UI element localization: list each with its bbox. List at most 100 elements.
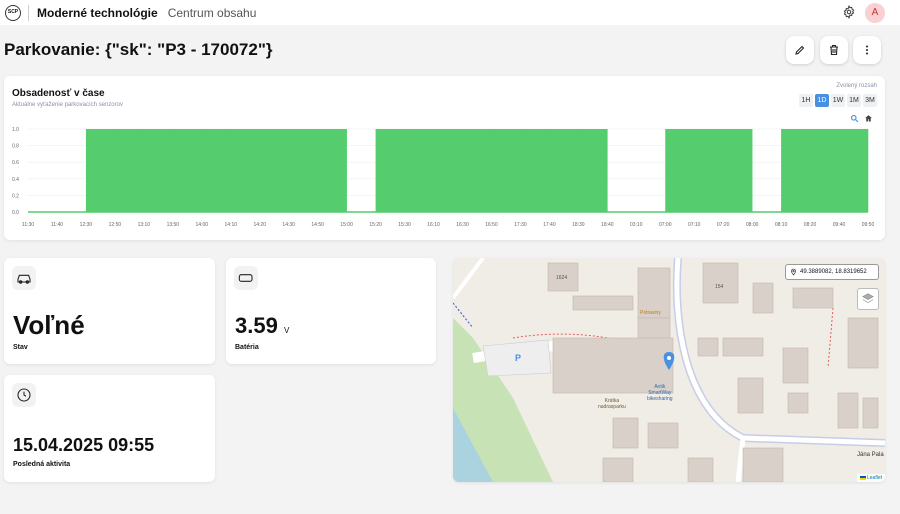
battery-icon <box>234 266 258 290</box>
occupancy-area-segment[interactable] <box>810 129 840 212</box>
map-layers-button[interactable] <box>857 288 879 310</box>
x-tick-label: 17:30 <box>514 222 527 228</box>
occupancy-chart: 1.0 0.8 0.6 0.4 0.2 0.011:30 11:40 12:30 12:50 13… <box>12 127 875 228</box>
x-tick-label: 03:10 <box>630 222 643 228</box>
x-tick-label: 18:40 <box>601 222 614 228</box>
x-tick-label: 14:00 <box>196 222 209 228</box>
x-tick-label: 16:50 <box>485 222 498 228</box>
x-tick-label: 14:30 <box>282 222 295 228</box>
occupancy-area-segment[interactable] <box>201 129 232 212</box>
x-tick-label: 14:50 <box>311 222 324 228</box>
top-bar: SCP Moderné technológie Centrum obsahu A <box>0 0 900 25</box>
occupancy-area-segment[interactable] <box>404 129 434 212</box>
brand-name[interactable]: Moderné technológie <box>37 6 158 20</box>
coordinates-box: 49.3889082, 18.8319652 <box>785 264 879 280</box>
leaflet-flag-icon <box>859 475 866 480</box>
delete-button[interactable] <box>820 36 848 64</box>
occupancy-area-segment[interactable] <box>143 129 174 212</box>
x-tick-label: 15:00 <box>340 222 353 228</box>
edit-button[interactable] <box>786 36 814 64</box>
nav-link-content-center[interactable]: Centrum obsahu <box>168 6 257 20</box>
occupancy-area-segment[interactable] <box>665 129 695 212</box>
x-tick-label: 13:50 <box>167 222 180 228</box>
x-tick-label: 16:10 <box>427 222 440 228</box>
battery-unit: V <box>283 326 290 335</box>
x-tick-label: 15:30 <box>398 222 411 228</box>
occupancy-area-segment[interactable] <box>839 129 869 212</box>
occupancy-area-segment[interactable] <box>317 129 347 212</box>
map-label-bikesharing[interactable]: Antik SmartWay bikesharing <box>647 384 673 402</box>
y-tick-label: 1.0 <box>12 127 19 133</box>
y-tick-label: 0.2 <box>12 193 19 199</box>
x-tick-label: 07:00 <box>659 222 672 228</box>
occupancy-area-segment[interactable] <box>375 129 405 212</box>
x-tick-label: 11:40 <box>51 222 63 228</box>
x-tick-label: 08:00 <box>746 222 759 228</box>
activity-label: Posledná aktivita <box>13 461 71 468</box>
x-tick-label: 07:20 <box>717 222 730 228</box>
map-label-building-154: 154 <box>715 284 724 290</box>
x-tick-label: 07:10 <box>688 222 701 228</box>
x-tick-label: 17:40 <box>543 222 556 228</box>
battery-card: 3.59 V Batéria <box>226 258 436 364</box>
clock-icon <box>12 383 36 407</box>
occupancy-area-segment[interactable] <box>288 129 318 212</box>
battery-value: 3.59 V <box>235 313 289 339</box>
occupancy-area-segment[interactable] <box>520 129 550 212</box>
occupancy-area-segment[interactable] <box>259 129 289 212</box>
map-label-parking: P <box>515 353 522 363</box>
occupancy-chart-card: Obsadenosť v čase Aktuálne vyťaženie par… <box>4 76 885 240</box>
x-tick-label: 08:10 <box>775 222 788 228</box>
user-avatar[interactable]: A <box>865 3 885 23</box>
map-label-building-1624: 1624 <box>556 275 568 281</box>
attribution-text[interactable]: Leaflet <box>867 475 882 481</box>
x-tick-label: 13:10 <box>138 222 151 228</box>
occupancy-area-segment[interactable] <box>172 129 203 212</box>
x-tick-label: 08:20 <box>804 222 817 228</box>
x-tick-label: 15:20 <box>369 222 382 228</box>
layers-icon <box>862 293 874 303</box>
x-tick-label: 18:30 <box>572 222 585 228</box>
y-tick-label: 0.6 <box>12 160 19 166</box>
occupancy-area-segment[interactable] <box>781 129 811 212</box>
more-options-button[interactable] <box>853 36 881 64</box>
occupancy-area-segment[interactable] <box>114 129 145 212</box>
last-activity-card: 15.04.2025 09:55 Posledná aktivita <box>4 375 215 482</box>
occupancy-area-segment[interactable] <box>491 129 521 212</box>
occupancy-area-segment[interactable] <box>723 129 753 212</box>
occupancy-area-segment[interactable] <box>549 129 579 212</box>
map-label-shop[interactable]: Potraviny <box>640 310 661 316</box>
y-tick-label: 0.4 <box>12 177 19 183</box>
map-view[interactable]: 1624 154 Potraviny Krátka nadrasparku An… <box>453 258 885 482</box>
x-tick-label: 09:50 <box>862 222 875 228</box>
occupancy-area-segment[interactable] <box>85 129 116 212</box>
status-card: Voľné Stav <box>4 258 215 364</box>
y-tick-label: 0.0 <box>12 210 19 216</box>
x-tick-label: 12:50 <box>109 222 122 228</box>
status-label: Stav <box>13 344 28 351</box>
y-tick-label: 0.8 <box>12 144 19 150</box>
x-tick-label: 14:10 <box>225 222 238 228</box>
logo[interactable]: SCP <box>5 4 21 21</box>
battery-label: Batéria <box>235 344 259 351</box>
occupancy-area-segment[interactable] <box>578 129 608 212</box>
map-label-street: Jána Pala <box>857 452 884 458</box>
x-tick-label: 12:30 <box>80 222 93 228</box>
map-attribution[interactable]: Leaflet <box>856 474 885 482</box>
battery-number: 3.59 <box>235 313 278 338</box>
car-icon <box>12 266 36 290</box>
map-label-post[interactable]: Krátka nadrasparku <box>598 398 626 410</box>
occupancy-area-segment[interactable] <box>694 129 724 212</box>
occupancy-area-segment[interactable] <box>462 129 492 212</box>
coordinates-text: 49.3889082, 18.8319652 <box>800 269 867 275</box>
more-vertical-icon <box>866 45 868 55</box>
map-tiles[interactable] <box>453 258 885 482</box>
settings-gear-icon[interactable] <box>842 5 856 19</box>
x-tick-label: 11:30 <box>22 222 34 228</box>
occupancy-area-segment[interactable] <box>230 129 261 212</box>
pencil-icon <box>795 45 805 55</box>
page-title: Parkovanie: {"sk": "P3 - 170072"} <box>4 40 273 59</box>
occupancy-area-segment[interactable] <box>433 129 463 212</box>
x-tick-label: 09:40 <box>833 222 846 228</box>
x-tick-label: 14:20 <box>253 222 266 228</box>
